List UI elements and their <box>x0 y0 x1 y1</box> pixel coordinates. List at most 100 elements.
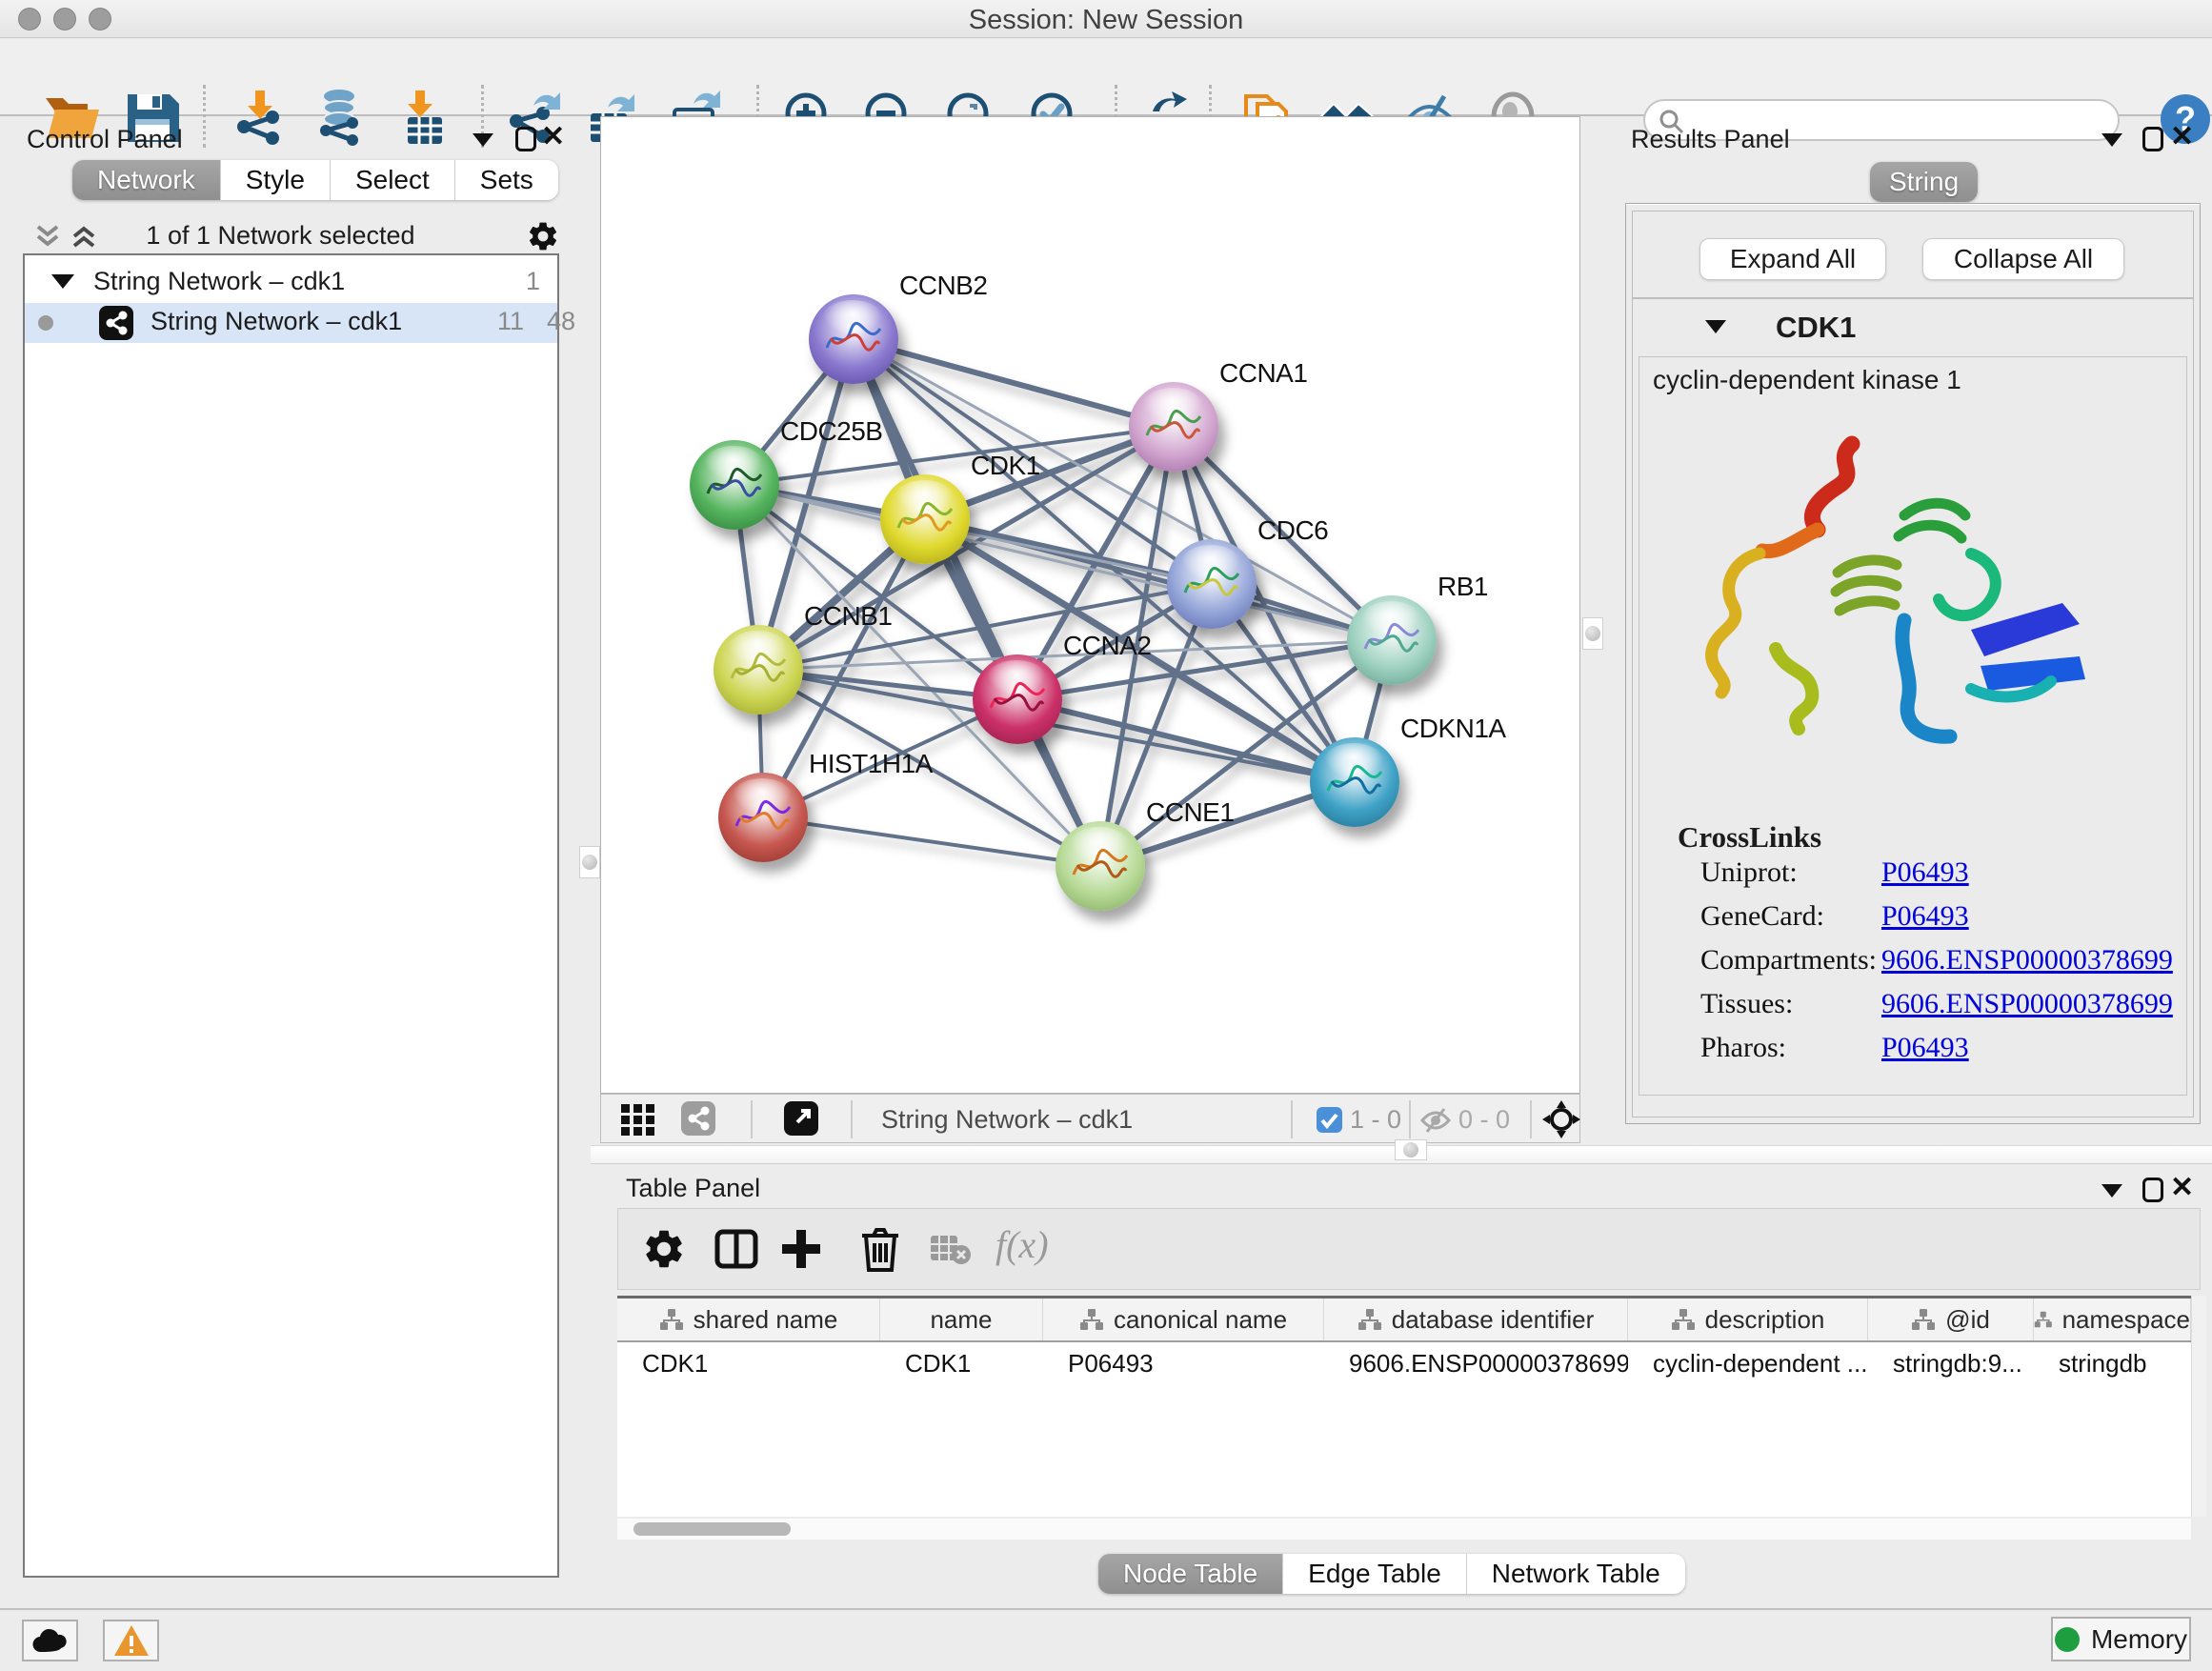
table-panel-collapse-icon[interactable] <box>2101 1184 2122 1198</box>
table-toolbar: f(x) <box>617 1208 2201 1290</box>
grid-mode-icon[interactable] <box>621 1104 655 1137</box>
gene-description: cyclin-dependent kinase 1 <box>1653 365 1961 395</box>
network-view-canvas[interactable]: CCNB2CCNA1CDC25BCDK1CDC6RB1CCNB1CCNA2CDK… <box>600 116 1580 1094</box>
tree-expand-icon[interactable] <box>51 274 74 289</box>
column-header-name[interactable]: name <box>880 1299 1043 1340</box>
tab-network[interactable]: Network <box>72 160 221 200</box>
network-row-selected[interactable]: String Network – cdk1 11 48 <box>25 303 557 343</box>
node-table[interactable]: shared namenamecanonical namedatabase id… <box>617 1296 2191 1517</box>
results-panel-tabs: String <box>1870 162 1978 202</box>
network-node-CCNE1[interactable] <box>1056 821 1145 911</box>
memory-button[interactable]: Memory <box>2051 1617 2191 1661</box>
table-cell[interactable]: CDK1 <box>880 1342 1043 1384</box>
network-edge[interactable] <box>763 817 1100 866</box>
protein-ribbon-thumbnail <box>894 495 956 543</box>
column-header-database-identifier[interactable]: database identifier <box>1324 1299 1628 1340</box>
show-columns-icon[interactable] <box>714 1226 759 1272</box>
main-toolbar: ? <box>0 39 2212 116</box>
table-vertical-scrollbar[interactable] <box>2191 1296 2206 1517</box>
delete-column-icon[interactable] <box>858 1224 902 1274</box>
warnings-button[interactable] <box>103 1620 159 1661</box>
import-database-icon[interactable] <box>311 89 372 146</box>
toolbar-separator <box>203 85 206 148</box>
results-panel-collapse-icon[interactable] <box>2101 133 2122 147</box>
network-collection-row[interactable]: String Network – cdk1 1 <box>25 263 557 303</box>
table-row[interactable]: CDK1CDK1P064939606.ENSP00000378699cyclin… <box>617 1342 2191 1384</box>
network-node-HIST1H1A[interactable] <box>718 773 808 862</box>
crosslink-link[interactable]: P06493 <box>1881 856 1969 889</box>
table-cell[interactable]: stringdb <box>2034 1342 2191 1384</box>
tab-string[interactable]: String <box>1870 162 1978 202</box>
results-panel-float-icon[interactable] <box>2142 127 2163 151</box>
gene-section-header[interactable]: CDK1 <box>1633 299 2193 354</box>
tab-node-table[interactable]: Node Table <box>1098 1554 1283 1594</box>
import-network-icon[interactable] <box>231 89 292 146</box>
selected-checkbox-icon[interactable] <box>1317 1107 1342 1133</box>
column-network-icon <box>1079 1308 1104 1331</box>
network-node-CCNA2[interactable] <box>973 654 1062 744</box>
memory-label: Memory <box>2091 1624 2187 1655</box>
tab-select[interactable]: Select <box>331 160 455 200</box>
scrollbar-thumb[interactable] <box>633 1522 791 1536</box>
control-panel-close-icon[interactable]: ✕ <box>541 125 565 150</box>
network-options-gear-icon[interactable] <box>526 219 560 253</box>
control-panel-float-icon[interactable] <box>515 127 536 151</box>
network-edge-count: 48 <box>547 307 575 336</box>
crosslink-link[interactable]: P06493 <box>1881 900 1969 933</box>
table-cell[interactable]: cyclin-dependent ... <box>1628 1342 1868 1384</box>
protein-ribbon-thumbnail <box>1360 616 1423 664</box>
import-table-icon[interactable] <box>394 89 455 146</box>
network-node-CCNB1[interactable] <box>714 625 803 715</box>
left-splitter-handle[interactable] <box>579 846 600 878</box>
crosslink-row: Pharos:P06493 <box>1700 1032 2177 1076</box>
table-cell[interactable]: P06493 <box>1043 1342 1324 1384</box>
network-tree: String Network – cdk1 1 String Network –… <box>23 253 559 1578</box>
column-header-namespace[interactable]: namespace <box>2034 1299 2191 1340</box>
table-panel-close-icon[interactable]: ✕ <box>2170 1176 2194 1200</box>
table-panel-float-icon[interactable] <box>2142 1178 2163 1202</box>
network-view-title: String Network – cdk1 <box>881 1105 1133 1135</box>
protein-ribbon-thumbnail <box>1069 842 1132 890</box>
network-node-RB1[interactable] <box>1347 595 1437 685</box>
cloud-button[interactable] <box>22 1620 78 1661</box>
detach-view-icon[interactable] <box>784 1101 818 1136</box>
birds-eye-view-icon[interactable] <box>1540 1098 1582 1140</box>
tab-network-table[interactable]: Network Table <box>1467 1554 1685 1594</box>
network-node-CDK1[interactable] <box>880 474 970 564</box>
network-node-CDC6[interactable] <box>1167 539 1257 629</box>
tab-style[interactable]: Style <box>221 160 331 200</box>
crosslink-row: Tissues: 9606.ENSP00000378699 <box>1700 988 2177 1032</box>
results-panel-close-icon[interactable]: ✕ <box>2170 125 2194 150</box>
collapse-all-button[interactable]: Collapse All <box>1922 238 2124 280</box>
tab-sets[interactable]: Sets <box>455 160 558 200</box>
gene-collapse-icon[interactable] <box>1705 320 1726 333</box>
network-node-CDC25B[interactable] <box>690 440 779 530</box>
table-cell[interactable]: CDK1 <box>617 1342 880 1384</box>
network-node-CCNB2[interactable] <box>809 294 898 384</box>
tab-edge-table[interactable]: Edge Table <box>1283 1554 1467 1594</box>
network-view-mode-icon[interactable] <box>681 1101 715 1136</box>
table-cell[interactable]: 9606.ENSP00000378699 <box>1324 1342 1628 1384</box>
right-splitter-handle[interactable] <box>1582 617 1603 650</box>
crosslink-link[interactable]: 9606.ENSP00000378699 <box>1881 988 2173 1020</box>
network-node-CDKN1A[interactable] <box>1310 737 1399 827</box>
column-header-canonical-name[interactable]: canonical name <box>1043 1299 1324 1340</box>
crosslink-label: Tissues: <box>1700 988 1793 1020</box>
network-node-label: CCNB2 <box>899 271 987 301</box>
table-options-gear-icon[interactable] <box>641 1226 687 1272</box>
gene-list-scroll-area[interactable]: CDK1 cyclin-dependent kinase 1 <box>1632 298 2194 1117</box>
add-column-icon[interactable] <box>778 1226 824 1272</box>
network-label: String Network – cdk1 <box>151 307 402 336</box>
network-node-CCNA1[interactable] <box>1129 382 1218 472</box>
crosslink-link[interactable]: 9606.ENSP00000378699 <box>1881 944 2173 976</box>
table-horizontal-scrollbar[interactable] <box>617 1519 2191 1540</box>
column-header-description[interactable]: description <box>1628 1299 1868 1340</box>
crosslink-link[interactable]: P06493 <box>1881 1032 1969 1064</box>
table-cell[interactable]: stringdb:9... <box>1868 1342 2034 1384</box>
horizontal-splitter-handle[interactable] <box>1395 1139 1427 1160</box>
window-title: Session: New Session <box>0 5 2212 36</box>
column-header--id[interactable]: @id <box>1868 1299 2034 1340</box>
column-header-shared-name[interactable]: shared name <box>617 1299 880 1340</box>
control-panel-collapse-icon[interactable] <box>473 133 493 147</box>
expand-all-button[interactable]: Expand All <box>1699 238 1886 280</box>
